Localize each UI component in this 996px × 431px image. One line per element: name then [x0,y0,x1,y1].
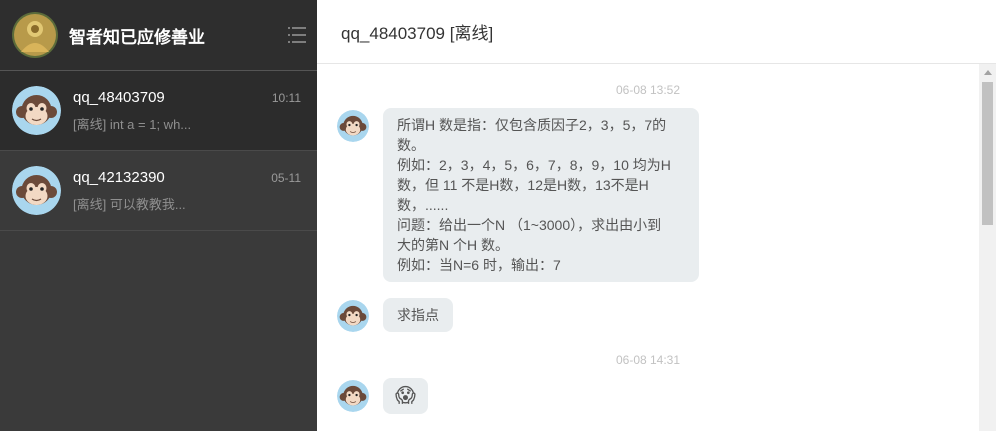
message-line: 例如：2，3，4，5，6，7，8，9，10 均为H [397,157,671,173]
message: 所谓H 数是指：仅包含质因子2，3，5，7的 数。 例如：2，3，4，5，6，7… [337,108,699,282]
chat-panel: qq_48403709 [离线] 06-08 13:52 所谓H 数是指：仅包含… [317,0,996,431]
conversation-item[interactable]: qq_42132390 05-11 [离线] 可以教教我... [0,151,317,231]
profile-avatar[interactable] [12,12,58,58]
sidebar: 智者知已应修善业 qq_48403709 10:11 [离线] int a = … [0,0,317,431]
message-line: 数。 [397,137,425,153]
monkey-avatar [12,166,61,215]
scroll-thumb[interactable] [982,82,993,225]
message-line: 数，但 11 不是H数，12是H数，13不是H [397,177,649,193]
message-line: 大的第N 个H 数。 [397,237,509,253]
conversation-time: 05-11 [271,170,301,185]
message: 求指点 [337,298,453,332]
monkey-avatar[interactable] [337,110,369,142]
conversation-item[interactable]: qq_48403709 10:11 [离线] int a = 1; wh... [0,71,317,151]
user-name: 智者知已应修善业 [69,27,205,47]
menu-icon[interactable] [287,26,307,44]
monkey-avatar[interactable] [337,300,369,332]
message: 😱 [337,378,428,414]
scroll-up-icon[interactable] [979,64,996,81]
conversation-name: qq_48403709 [73,88,165,106]
time-separator: 06-08 13:52 [615,83,681,97]
message-list[interactable]: 06-08 13:52 所谓H 数是指：仅包含质因子2，3，5，7的 数。 例如… [317,64,979,431]
conversation-preview: [离线] int a = 1; wh... [73,116,192,132]
conversation-info: qq_42132390 05-11 [离线] 可以教教我... [73,169,301,213]
monkey-avatar[interactable] [337,380,369,412]
scrollbar[interactable] [979,64,996,431]
conversation-time: 10:11 [271,90,301,105]
message-line: 例如：当N=6 时，输出：7 [397,257,561,273]
message-bubble: 求指点 [383,298,453,332]
conversation-name: qq_42132390 [73,168,165,186]
sidebar-header: 智者知已应修善业 [0,0,317,71]
time-separator: 06-08 14:31 [615,353,681,367]
conversation-preview: [离线] 可以教教我... [73,196,186,212]
message-line: 数，...... [397,197,449,213]
message-bubble: 所谓H 数是指：仅包含质因子2，3，5，7的 数。 例如：2，3，4，5，6，7… [383,108,699,282]
message-line: 问题：给出一个N （1~3000），求出由小到 [397,217,662,233]
chat-title: qq_48403709 [离线] [341,24,494,43]
conversation-info: qq_48403709 10:11 [离线] int a = 1; wh... [73,89,301,133]
chat-app: 智者知已应修善业 qq_48403709 10:11 [离线] int a = … [0,0,996,431]
chat-header: qq_48403709 [离线] [317,0,996,64]
message-line: 所谓H 数是指：仅包含质因子2，3，5，7的 [397,117,667,133]
monkey-avatar [12,86,61,135]
emoji-message: 😱 [383,378,428,414]
